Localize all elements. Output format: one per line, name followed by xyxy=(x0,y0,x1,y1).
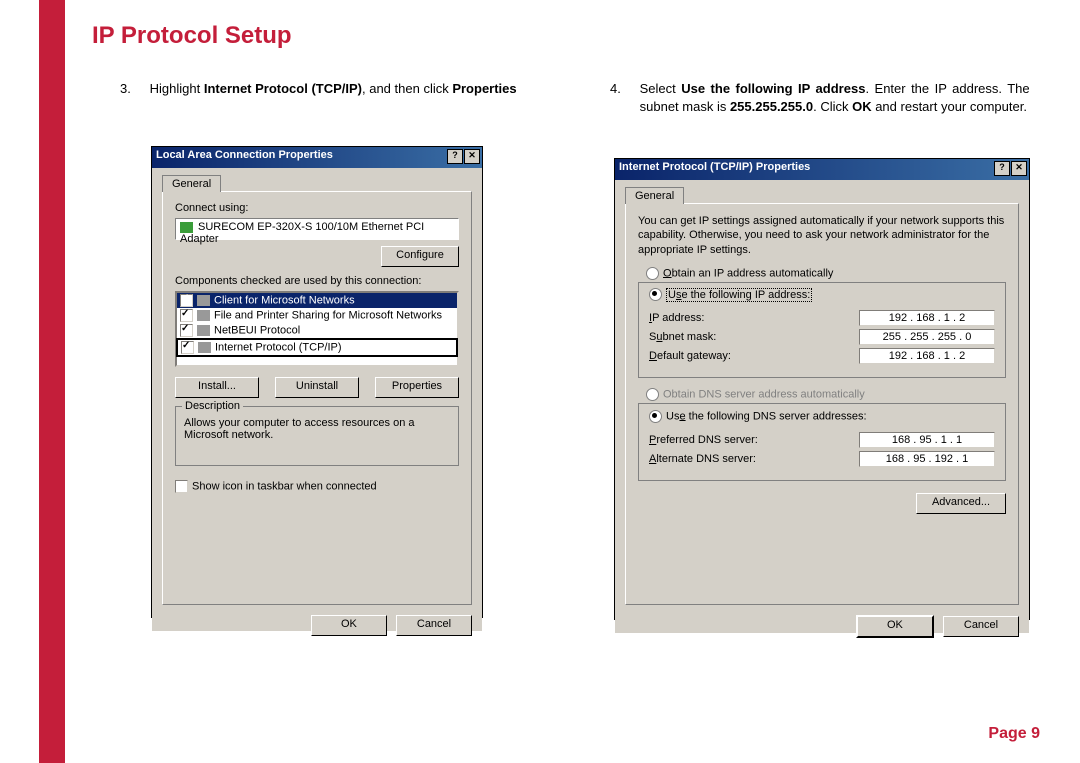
component-icon xyxy=(197,325,210,336)
step-3-num: 3. xyxy=(120,80,146,98)
show-icon-row[interactable]: Show icon in taskbar when connected xyxy=(175,480,459,493)
tab-general-1[interactable]: General xyxy=(162,175,221,192)
close-icon[interactable]: ✕ xyxy=(464,149,480,164)
adapter-field: SURECOM EP-320X-S 100/10M Ethernet PCI A… xyxy=(175,218,459,240)
cancel-button[interactable]: Cancel xyxy=(943,616,1019,637)
list-item[interactable]: File and Printer Sharing for Microsoft N… xyxy=(177,308,457,323)
checkbox-icon[interactable] xyxy=(180,324,193,337)
nic-icon xyxy=(180,222,193,233)
help-icon[interactable]: ? xyxy=(994,161,1010,176)
radio-use-ip[interactable]: Use the following IP address: xyxy=(647,288,814,301)
ip-address-field[interactable]: 192 . 168 . 1 . 2 xyxy=(859,310,995,326)
properties-button[interactable]: Properties xyxy=(375,377,459,398)
close-icon[interactable]: ✕ xyxy=(1011,161,1027,176)
description-group: Description Allows your computer to acce… xyxy=(175,406,459,466)
ok-button[interactable]: OK xyxy=(856,615,934,638)
checkbox-icon[interactable] xyxy=(180,294,193,307)
subnet-label: Subnet mask: xyxy=(649,331,716,343)
subnet-mask-field[interactable]: 255 . 255 . 255 . 0 xyxy=(859,329,995,345)
gateway-label: Default gateway: xyxy=(649,350,731,362)
list-item-tcpip[interactable]: Internet Protocol (TCP/IP) xyxy=(176,338,458,357)
titlebar-lan-text: Local Area Connection Properties xyxy=(156,149,333,161)
checkbox-icon[interactable] xyxy=(181,341,194,354)
install-button[interactable]: Install... xyxy=(175,377,259,398)
radio-use-dns[interactable]: Use the following DNS server addresses: xyxy=(647,410,869,423)
tab-general-2[interactable]: General xyxy=(625,187,684,204)
step-4-text: Select Use the following IP address. Ent… xyxy=(640,80,1030,115)
radio-obtain-ip[interactable]: Obtain an IP address automatically xyxy=(646,267,1006,280)
configure-button[interactable]: Configure xyxy=(381,246,459,267)
cancel-button[interactable]: Cancel xyxy=(396,615,472,636)
step-4-num: 4. xyxy=(610,80,636,98)
description-label: Description xyxy=(182,400,243,412)
titlebar-lan: Local Area Connection Properties ? ✕ xyxy=(152,147,482,168)
alternate-dns-field[interactable]: 168 . 95 . 192 . 1 xyxy=(859,451,995,467)
step-3-text: Highlight Internet Protocol (TCP/IP), an… xyxy=(150,80,540,98)
titlebar-tcpip-text: Internet Protocol (TCP/IP) Properties xyxy=(619,161,810,173)
connect-using-label: Connect using: xyxy=(175,202,459,214)
description-text: Allows your computer to access resources… xyxy=(184,417,450,441)
component-icon xyxy=(197,310,210,321)
step-3: 3. Highlight Internet Protocol (TCP/IP),… xyxy=(120,80,540,98)
red-sidebar xyxy=(39,0,65,763)
info-text: You can get IP settings assigned automat… xyxy=(638,214,1006,257)
radio-obtain-dns: Obtain DNS server address automatically xyxy=(646,388,1006,401)
ok-button[interactable]: OK xyxy=(311,615,387,636)
default-gateway-field[interactable]: 192 . 168 . 1 . 2 xyxy=(859,348,995,364)
dialog-lan-properties: Local Area Connection Properties ? ✕ Gen… xyxy=(151,146,483,618)
dialog-tcpip-properties: Internet Protocol (TCP/IP) Properties ? … xyxy=(614,158,1030,620)
list-item[interactable]: NetBEUI Protocol xyxy=(177,323,457,338)
radio-icon[interactable] xyxy=(646,267,659,280)
advanced-button[interactable]: Advanced... xyxy=(916,493,1006,514)
step-4: 4. Select Use the following IP address. … xyxy=(610,80,1030,115)
component-icon xyxy=(197,295,210,306)
preferred-dns-field[interactable]: 168 . 95 . 1 . 1 xyxy=(859,432,995,448)
radio-icon xyxy=(646,388,659,401)
page-title: IP Protocol Setup xyxy=(92,22,292,50)
component-icon xyxy=(198,342,211,353)
pref-dns-label: Preferred DNS server: xyxy=(649,434,758,446)
uninstall-button[interactable]: Uninstall xyxy=(275,377,359,398)
list-item[interactable]: Client for Microsoft Networks xyxy=(177,293,457,308)
help-icon[interactable]: ? xyxy=(447,149,463,164)
radio-icon[interactable] xyxy=(649,410,662,423)
ip-label: IP address: xyxy=(649,312,704,324)
checkbox-show-icon[interactable] xyxy=(175,480,188,493)
page-footer: Page 9 xyxy=(988,725,1040,743)
alt-dns-label: Alternate DNS server: xyxy=(649,453,756,465)
components-list[interactable]: Client for Microsoft Networks File and P… xyxy=(175,291,459,367)
titlebar-tcpip: Internet Protocol (TCP/IP) Properties ? … xyxy=(615,159,1029,180)
radio-icon[interactable] xyxy=(649,288,662,301)
components-label: Components checked are used by this conn… xyxy=(175,275,459,287)
checkbox-icon[interactable] xyxy=(180,309,193,322)
